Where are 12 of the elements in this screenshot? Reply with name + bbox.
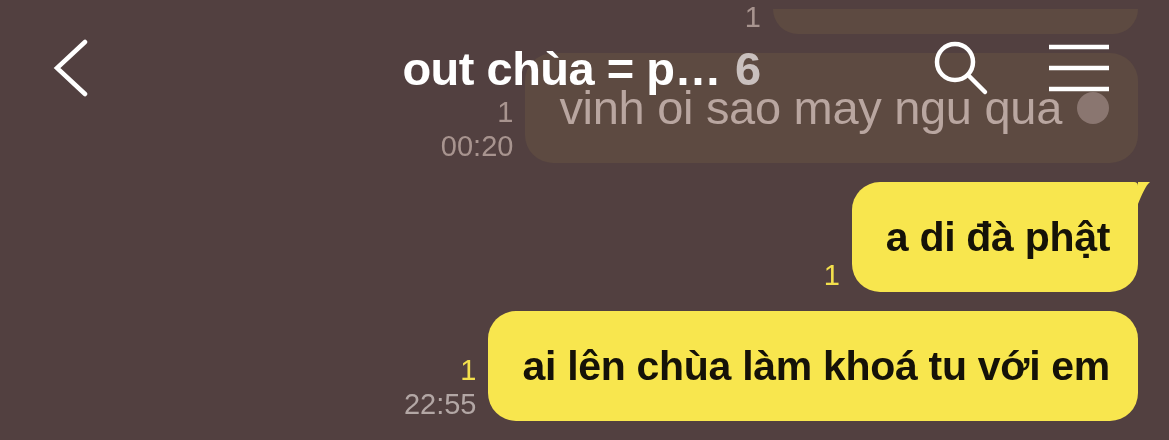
message-time: 22:55 (403, 387, 477, 421)
read-count: 1 (823, 258, 840, 292)
back-icon[interactable] (52, 39, 90, 97)
read-count: 1 (460, 353, 477, 387)
message-time: 00:20 (440, 129, 514, 163)
search-icon[interactable] (933, 40, 989, 96)
menu-icon[interactable] (1047, 43, 1111, 93)
message-text: a di đà phật (885, 215, 1110, 259)
read-count: 1 (744, 0, 761, 34)
member-count: 6 (735, 40, 761, 96)
read-count: 1 (497, 95, 514, 129)
message-text: ai lên chùa làm khoá tu với em (522, 344, 1110, 388)
